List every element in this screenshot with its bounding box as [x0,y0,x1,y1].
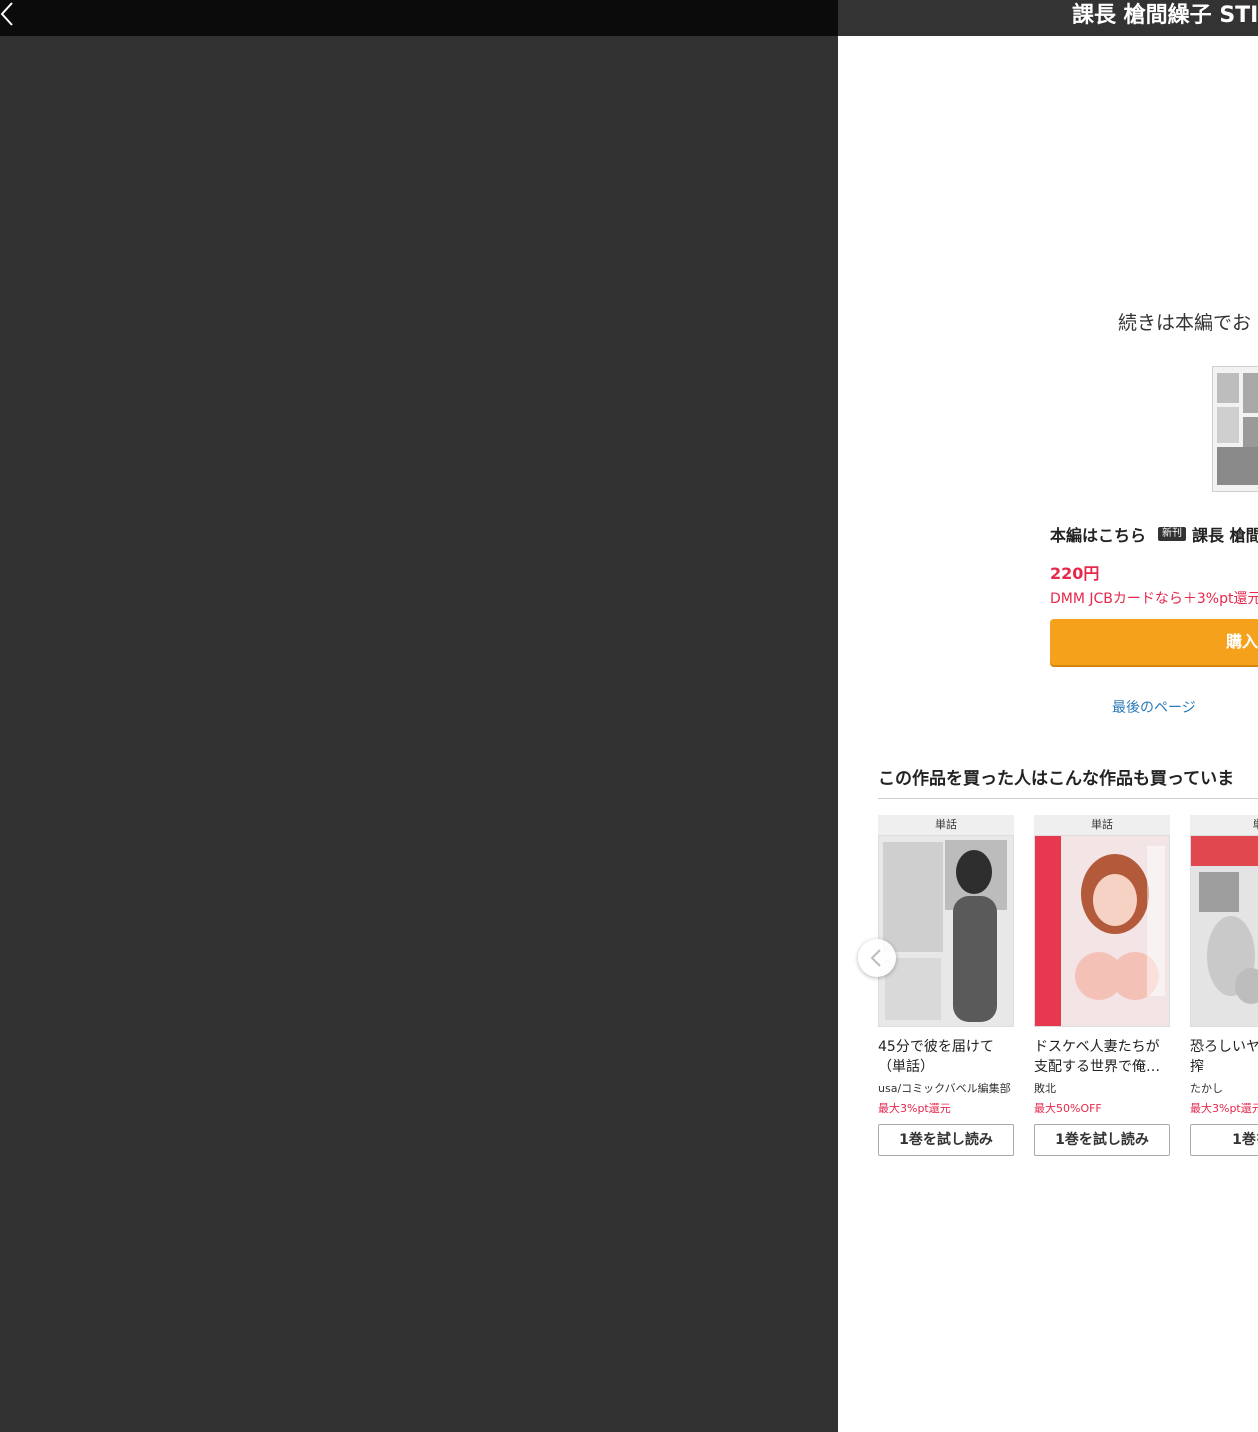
buy-button[interactable]: 購入 [1050,619,1258,665]
recommendation-author: usa/コミックバベル編集部 [878,1082,1011,1095]
chevron-left-icon [870,949,881,967]
recommendation-title[interactable]: ドスケベ人妻たちが支配する世界で俺… [1034,1037,1170,1077]
section-divider [878,798,1258,799]
continue-message: 続きは本編でお [1118,312,1252,334]
viewer-top-bar [0,0,838,36]
recommendation-promo: 最大50%OFF [1034,1102,1102,1115]
cover-art [879,836,1013,1026]
recommendation-author: たかし [1190,1082,1223,1095]
jcb-point-promo: DMM JCBカードなら＋3%pt還元 [1050,591,1258,607]
cover-art [1035,836,1169,1026]
format-label: 単話 [878,815,1014,835]
main-volume-title[interactable]: 課長 槍間 [1192,522,1258,546]
carousel-prev-button[interactable] [858,939,896,977]
reader-viewport[interactable] [0,36,838,1432]
recommendation-cover[interactable] [878,835,1014,1027]
new-release-badge: 新刊 [1158,527,1186,541]
recommendation-cover[interactable] [1190,835,1258,1027]
panel-header: 課長 槍間繰子 STI [838,0,1258,36]
trial-read-button[interactable]: 1巻を試 [1190,1124,1258,1156]
cover-thumbnail-art [1213,367,1258,491]
trial-read-button[interactable]: 1巻を試し読み [878,1124,1014,1156]
recommendation-title[interactable]: 45分で彼を届けて（単話） [878,1037,1014,1077]
chevron-left-icon [0,2,13,26]
format-label: 単話 [1034,815,1170,835]
back-button[interactable] [0,0,24,32]
price: 220円 [1050,564,1100,583]
buy-button-label: 購入 [1226,632,1258,651]
work-title: 課長 槍間繰子 STI [1072,3,1258,28]
last-page-link[interactable]: 最後のページ [1112,697,1196,717]
main-volume-cover[interactable] [1212,366,1258,492]
recommendation-card[interactable]: 単話 ドスケベ人妻たちが支配する世界で俺… 敗北 最大50%OFF 1巻を試し読… [1034,815,1170,1156]
recommendation-promo: 最大3%pt還元 [878,1102,951,1115]
trial-read-button[interactable]: 1巻を試し読み [1034,1124,1170,1156]
main-volume-label: 本編はこちら [1050,526,1147,545]
cover-art [1191,836,1258,1026]
recommendation-title[interactable]: 恐ろしいヤ人組♂に搾 [1190,1037,1258,1077]
recommendation-card[interactable]: 単 恐ろしいヤ人組♂に搾 たかし 最大3%pt還元 1巻を試 [1190,815,1258,1156]
recommendations-heading: この作品を買った人はこんな作品も買っていま [878,769,1235,789]
recommendation-promo: 最大3%pt還元 [1190,1102,1258,1115]
recommendation-cover[interactable] [1034,835,1170,1027]
recommendation-card[interactable]: 単話 45分で彼を届けて（単話） usa/コミックバベル編集部 最大3%pt還元… [878,815,1014,1156]
format-label: 単 [1190,815,1258,835]
recommendation-author: 敗北 [1034,1082,1056,1095]
end-of-sample-panel: 課長 槍間繰子 STI 続きは本編でお 本編はこちら 新刊 課長 槍間 220円… [838,0,1258,1432]
